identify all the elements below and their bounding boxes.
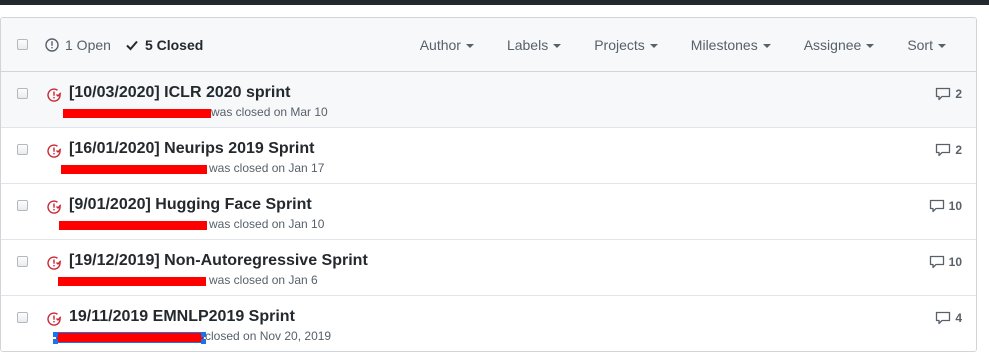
issue-checkbox[interactable]	[17, 200, 28, 211]
author-filter[interactable]: Author	[420, 37, 474, 53]
issue-closed-icon	[47, 88, 61, 102]
closed-count-label: 5 Closed	[144, 37, 204, 53]
comment-icon	[929, 199, 944, 213]
sort-caret-icon	[938, 43, 946, 48]
issue-row[interactable]: 19/11/2019 EMNLP2019 Sprint closed on No…	[1, 296, 976, 351]
labels-caret-icon	[553, 43, 562, 48]
projects-filter[interactable]: Projects	[594, 37, 658, 53]
issue-closed-icon	[47, 200, 61, 214]
projects-filter-label: Projects	[594, 37, 645, 53]
check-icon	[126, 40, 138, 51]
comments-link[interactable]: 10	[929, 199, 962, 213]
top-bar	[0, 0, 989, 5]
comment-icon	[936, 87, 951, 101]
comment-count: 10	[948, 255, 962, 269]
projects-caret-icon	[649, 43, 658, 48]
issue-row[interactable]: [19/12/2019] Non-Autoregressive Sprint w…	[1, 240, 976, 296]
comment-count: 2	[955, 143, 962, 157]
assignee-filter[interactable]: Assignee	[804, 37, 875, 53]
issue-closed-icon	[47, 312, 61, 326]
sort-filter-label: Sort	[907, 37, 933, 53]
issue-title-link[interactable]: [19/12/2019] Non-Autoregressive Sprint	[69, 252, 368, 270]
issue-row[interactable]: [9/01/2020] Hugging Face Sprint was clos…	[1, 184, 976, 240]
issue-closed-meta: was closed on Jan 10	[209, 217, 325, 231]
issue-closed-meta: closed on Nov 20, 2019	[205, 329, 332, 343]
labels-filter-label: Labels	[506, 37, 549, 53]
issue-title-link[interactable]: [16/01/2020] Neurips 2019 Sprint	[69, 140, 314, 158]
issue-closed-icon	[47, 256, 61, 270]
filter-bar: Author Labels Projects Milestones Assign…	[420, 37, 976, 53]
labels-filter[interactable]: Labels	[506, 37, 562, 53]
comment-icon	[936, 311, 951, 325]
issue-checkbox[interactable]	[17, 256, 28, 267]
select-all-checkbox[interactable]	[17, 39, 28, 50]
selection-handle[interactable]	[53, 339, 58, 344]
issues-list: 1 Open 5 Closed Author Labels Projects M…	[0, 17, 977, 352]
milestones-filter[interactable]: Milestones	[691, 37, 771, 53]
author-filter-label: Author	[419, 37, 461, 53]
issue-checkbox[interactable]	[17, 88, 28, 99]
issue-title-link[interactable]: [9/01/2020] Hugging Face Sprint	[69, 196, 312, 214]
redacted-author-selected[interactable]	[56, 332, 204, 343]
issues-list-header: 1 Open 5 Closed Author Labels Projects M…	[1, 18, 976, 72]
state-toggle: 1 Open 5 Closed	[45, 37, 217, 53]
comment-icon	[929, 255, 944, 269]
comment-count: 2	[955, 87, 962, 101]
comments-link[interactable]: 2	[935, 143, 962, 157]
issue-title-link[interactable]: 19/11/2019 EMNLP2019 Sprint	[69, 308, 295, 326]
issue-closed-icon	[47, 144, 61, 158]
milestones-filter-label: Milestones	[690, 37, 758, 53]
assignee-filter-label: Assignee	[803, 37, 862, 53]
open-count-label: 1 Open	[65, 37, 111, 53]
issue-checkbox[interactable]	[17, 144, 28, 155]
selection-handle[interactable]	[53, 332, 58, 337]
issue-title-link[interactable]: [10/03/2020] ICLR 2020 sprint	[69, 84, 290, 102]
redacted-author	[58, 277, 206, 286]
author-caret-icon	[465, 43, 474, 48]
issue-closed-meta: was closed on Mar 10	[211, 105, 328, 119]
issue-closed-meta: was closed on Jan 17	[209, 161, 325, 175]
issue-row[interactable]: [10/03/2020] ICLR 2020 sprint was closed…	[1, 72, 976, 128]
redacted-author	[59, 221, 207, 230]
comments-link[interactable]: 10	[929, 255, 962, 269]
comments-link[interactable]: 4	[935, 311, 962, 325]
issue-opened-icon	[45, 38, 59, 52]
redacted-author	[61, 165, 207, 174]
redacted-author	[63, 109, 211, 118]
issue-row[interactable]: [16/01/2020] Neurips 2019 Sprint was clo…	[1, 128, 976, 184]
comments-link[interactable]: 2	[935, 87, 962, 101]
sort-filter[interactable]: Sort	[907, 37, 946, 53]
closed-issues-link[interactable]: 5 Closed	[125, 37, 203, 53]
assignee-caret-icon	[866, 43, 875, 48]
comment-count: 4	[955, 311, 962, 325]
comment-count: 10	[948, 199, 962, 213]
milestones-caret-icon	[762, 43, 771, 48]
open-issues-link[interactable]: 1 Open	[45, 37, 111, 53]
issue-checkbox[interactable]	[17, 312, 28, 323]
comment-icon	[936, 143, 951, 157]
issue-closed-meta: was closed on Jan 6	[209, 273, 318, 287]
